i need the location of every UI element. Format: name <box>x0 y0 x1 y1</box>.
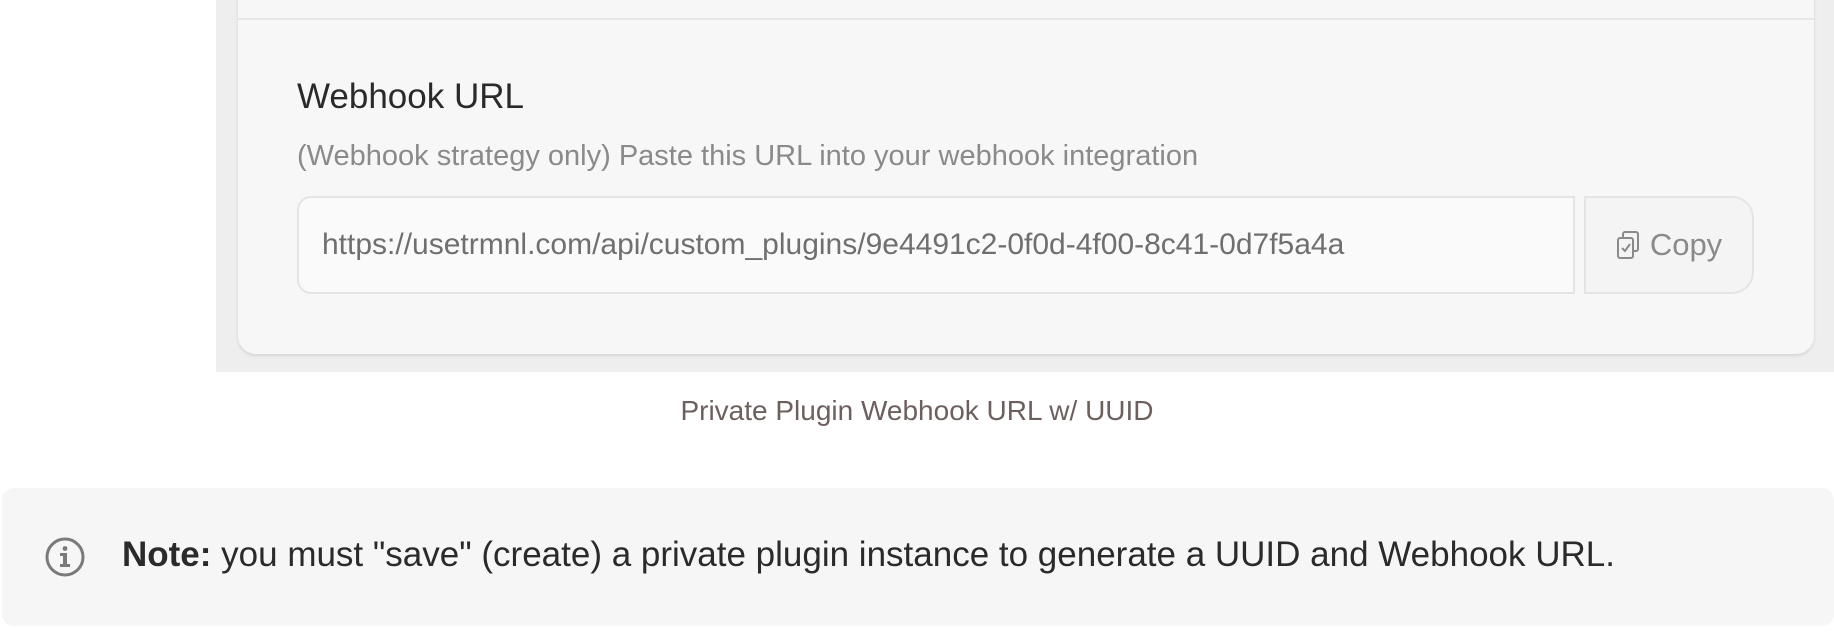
info-icon <box>44 536 86 578</box>
settings-card: Webhook URL (Webhook strategy only) Past… <box>238 0 1814 354</box>
screenshot-frame: Webhook URL (Webhook strategy only) Past… <box>216 0 1834 372</box>
clipboard-icon <box>1616 230 1642 260</box>
image-caption: Private Plugin Webhook URL w/ UUID <box>680 395 1154 426</box>
webhook-url-title: Webhook URL <box>297 77 524 116</box>
note-body: you must "save" (create) a private plugi… <box>211 535 1615 574</box>
note-callout: Note: you must "save" (create) a private… <box>2 488 1834 626</box>
note-text: Note: you must "save" (create) a private… <box>122 535 1615 575</box>
copy-button[interactable]: Copy <box>1584 196 1754 294</box>
copy-button-label: Copy <box>1649 227 1723 262</box>
note-label: Note: <box>122 535 212 574</box>
webhook-url-input[interactable] <box>297 196 1575 294</box>
webhook-url-help-text: (Webhook strategy only) Paste this URL i… <box>297 140 1199 172</box>
card-divider <box>238 18 1814 20</box>
